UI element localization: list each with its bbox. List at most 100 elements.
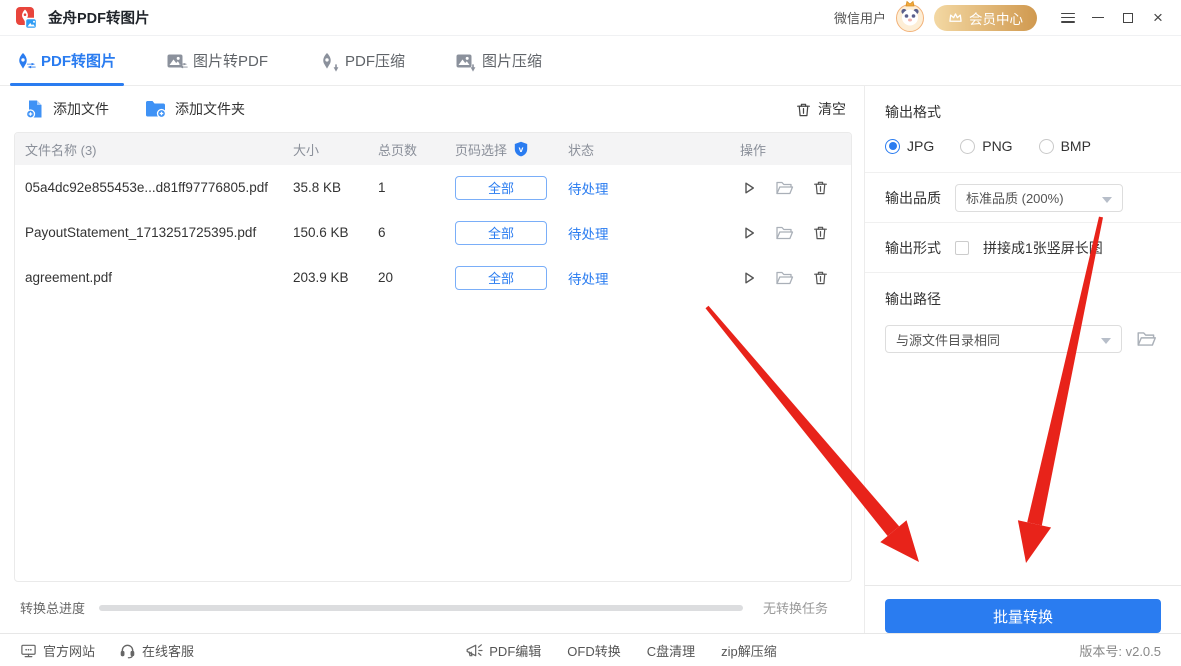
open-folder-button[interactable] [775,224,795,242]
radio-bmp-circle[interactable] [1039,139,1054,154]
header-status: 状态 [568,140,740,159]
tab-pdf-to-image[interactable]: PDF转图片 [14,36,116,85]
promo-label: PDF编辑 [489,641,541,660]
image-to-pdf-icon [166,52,184,70]
hamburger-icon [1061,13,1075,23]
file-name: 05a4dc92e855453e...d81ff97776805.pdf [25,180,293,195]
output-path-value: 与源文件目录相同 [896,330,1000,349]
tab-label: 图片压缩 [482,50,542,71]
pdf-compress-icon [318,52,336,70]
add-file-label: 添加文件 [53,99,109,119]
convert-play-button[interactable] [740,269,758,287]
footer: 官方网站 在线客服 PDF编辑 OFD转换 C盘清理 zip解压缩 版本号: v… [0,633,1181,666]
radio-jpg[interactable]: JPG [885,138,934,154]
crown-icon [948,11,963,24]
stitch-long-image-checkbox[interactable] [955,241,969,255]
monitor-icon [20,642,37,659]
browse-folder-button[interactable] [1136,329,1158,349]
promo-ofd-link[interactable]: OFD转换 [567,641,620,660]
header-pages: 总页数 [378,140,455,159]
page-select-button[interactable]: 全部 [455,176,547,200]
settings-panel: 输出格式 JPG PNG BMP 输出品质 标准品质 (200%) [865,86,1181,633]
file-pages: 20 [378,270,455,285]
titlebar: 金舟PDF转图片 微信用户 会员中心 × [0,0,1181,36]
app-logo-icon [14,6,38,30]
user-avatar[interactable] [896,4,924,32]
radio-bmp[interactable]: BMP [1039,138,1091,154]
output-path-select[interactable]: 与源文件目录相同 [885,325,1122,353]
quality-select[interactable]: 标准品质 (200%) [955,184,1123,212]
output-form-label: 输出形式 [885,238,941,258]
progress-strip: 转换总进度 无转换任务 [0,582,864,633]
output-path-label: 输出路径 [885,289,1161,309]
official-website-label: 官方网站 [43,641,95,660]
close-button[interactable]: × [1143,4,1173,32]
batch-convert-button[interactable]: 批量转换 [885,599,1161,633]
table-row: agreement.pdf 203.9 KB 20 全部 待处理 [15,255,851,300]
pdf-to-image-icon [14,52,32,70]
radio-png-circle[interactable] [960,139,975,154]
radio-png[interactable]: PNG [960,138,1012,154]
progress-label: 转换总进度 [20,598,85,617]
file-name: PayoutStatement_1713251725395.pdf [25,225,293,240]
image-compress-icon [455,52,473,70]
convert-play-button[interactable] [740,224,758,242]
add-folder-icon [145,99,167,119]
delete-file-button[interactable] [812,269,829,286]
tab-pdf-compress[interactable]: PDF压缩 [318,36,405,85]
headset-icon [119,642,136,659]
member-center-label: 会员中心 [969,8,1023,28]
promo-pdf-edit-link[interactable]: PDF编辑 [464,641,541,660]
tab-image-to-pdf[interactable]: 图片转PDF [166,36,268,85]
delete-file-button[interactable] [812,179,829,196]
file-list: 文件名称 (3) 大小 总页数 页码选择 状态 操作 05a4dc92e8554… [14,132,852,582]
trash-icon [795,101,812,118]
output-format-label: 输出格式 [885,102,1161,122]
menu-button[interactable] [1053,4,1083,32]
username-label: 微信用户 [834,8,886,27]
table-row: PayoutStatement_1713251725395.pdf 150.6 … [15,210,851,255]
add-file-button[interactable]: 添加文件 [25,99,109,119]
add-folder-label: 添加文件夹 [175,99,245,119]
app-title: 金舟PDF转图片 [48,7,150,28]
convert-play-button[interactable] [740,179,758,197]
page-select-button[interactable]: 全部 [455,221,547,245]
file-pages: 1 [378,180,455,195]
delete-file-button[interactable] [812,224,829,241]
header-filename: 文件名称 (3) [25,140,293,159]
file-pages: 6 [378,225,455,240]
file-size: 150.6 KB [293,225,378,240]
file-size: 203.9 KB [293,270,378,285]
file-panel: 添加文件 添加文件夹 清空 文件名称 (3) 大小 总页数 页码选择 状态 [0,86,865,633]
member-center-button[interactable]: 会员中心 [934,5,1037,31]
online-support-label: 在线客服 [142,641,194,660]
add-folder-button[interactable]: 添加文件夹 [145,99,245,119]
file-toolbar: 添加文件 添加文件夹 清空 [0,86,864,132]
page-select-button[interactable]: 全部 [455,266,547,290]
header-size: 大小 [293,140,378,159]
tab-label: 图片转PDF [193,50,268,71]
vip-shield-icon [513,141,529,157]
tab-image-compress[interactable]: 图片压缩 [455,36,542,85]
promo-cdisk-link[interactable]: C盘清理 [647,641,695,660]
output-quality-label: 输出品质 [885,188,941,208]
status-text: 待处理 [568,268,740,288]
table-row: 05a4dc92e855453e...d81ff97776805.pdf 35.… [15,165,851,210]
maximize-button[interactable] [1113,4,1143,32]
stitch-long-image-label: 拼接成1张竖屏长图 [983,238,1103,258]
version-label: 版本号: v2.0.5 [1079,641,1161,660]
close-icon: × [1153,9,1163,26]
official-website-link[interactable]: 官方网站 [20,641,95,660]
tab-bar: PDF转图片 图片转PDF PDF压缩 图片压缩 [0,36,1181,86]
clear-list-button[interactable]: 清空 [795,99,846,119]
promo-zip-link[interactable]: zip解压缩 [721,641,777,660]
minimize-icon [1092,17,1104,19]
radio-jpg-circle[interactable] [885,139,900,154]
maximize-icon [1123,13,1133,23]
status-text: 待处理 [568,178,740,198]
minimize-button[interactable] [1083,4,1113,32]
open-folder-button[interactable] [775,269,795,287]
open-folder-button[interactable] [775,179,795,197]
online-support-link[interactable]: 在线客服 [119,641,194,660]
output-format-group: JPG PNG BMP [885,138,1161,154]
